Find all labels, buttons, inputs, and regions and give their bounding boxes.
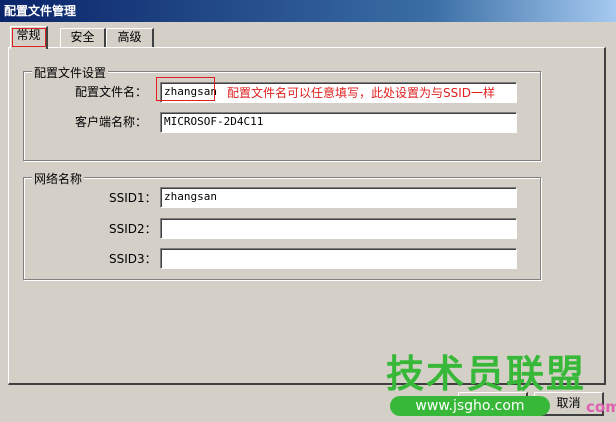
network-name-group-title: 网络名称	[32, 170, 85, 187]
client-name-field[interactable]: MICROSOF-2D4C11	[160, 112, 517, 133]
ssid1-field[interactable]: zhangsan	[160, 187, 517, 208]
ssid3-label: SSID3：	[109, 252, 157, 266]
window-title: 配置文件管理	[0, 0, 616, 22]
ssid2-label: SSID2：	[109, 222, 157, 236]
client-name-value: MICROSOF-2D4C11	[164, 115, 264, 128]
profile-name-annotation: 配置文件名可以任意填写，此处设置为与SSID一样	[227, 86, 496, 100]
profile-name-label: 配置文件名：	[75, 85, 148, 99]
profile-name-highlight	[156, 77, 215, 101]
ssid3-field[interactable]	[160, 248, 517, 269]
tab-advanced[interactable]: 高级	[106, 28, 154, 47]
ssid2-field[interactable]	[160, 218, 517, 239]
watermark-com: com	[586, 398, 616, 416]
client-name-label: 客户端名称：	[75, 115, 148, 129]
ssid1-label: SSID1：	[109, 191, 157, 205]
watermark-url: www.jsgho.com	[390, 396, 550, 416]
watermark-logo: 技术员联盟	[386, 352, 587, 396]
tab-security[interactable]: 安全	[60, 28, 106, 47]
ssid1-value: zhangsan	[164, 190, 217, 203]
tab-general[interactable]: 常规	[10, 26, 48, 49]
profile-settings-group-title: 配置文件设置	[32, 64, 109, 81]
tab-panel-general: 配置文件设置 配置文件名： zhangsan 配置文件名可以任意填写，此处设置为…	[8, 47, 606, 385]
